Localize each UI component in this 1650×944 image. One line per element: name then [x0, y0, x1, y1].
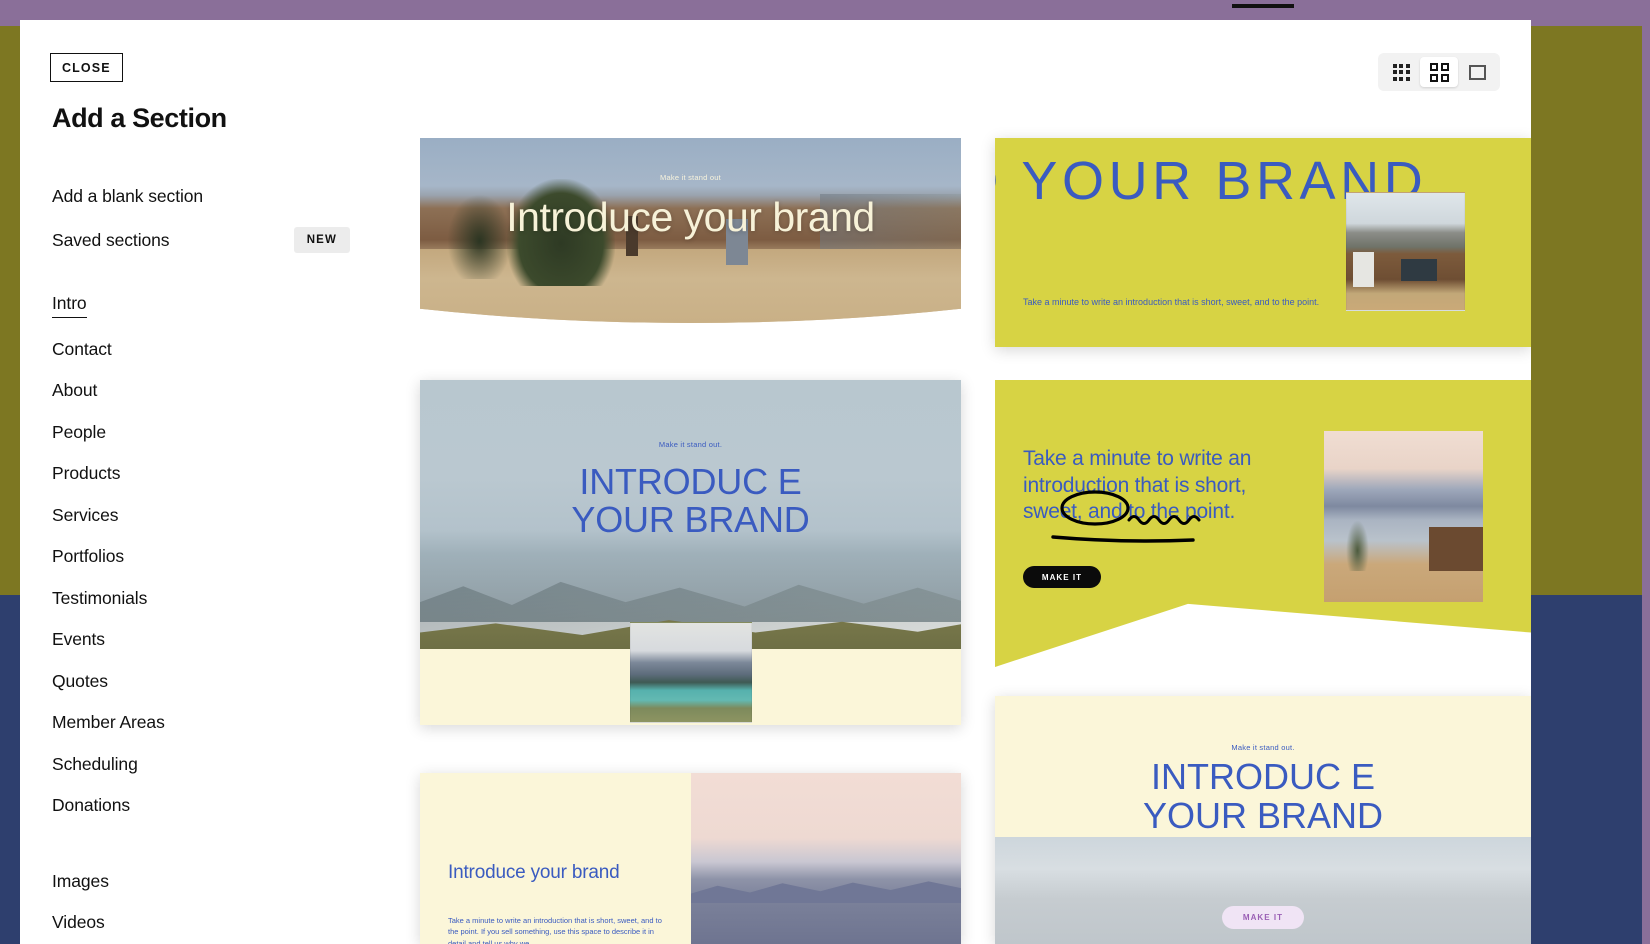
grid-small-icon[interactable]	[1382, 57, 1420, 87]
new-badge: NEW	[293, 227, 350, 253]
grid-small-glyph	[1392, 63, 1410, 81]
template-card[interactable]: Introduce your brand Take a minute to wr…	[420, 773, 961, 944]
card-kicker: Make it stand out.	[658, 440, 723, 450]
sidebar-item-events[interactable]: Events	[52, 629, 105, 650]
template-card[interactable]: Make it stand out. INTRODUC E YOUR BRAND…	[995, 696, 1531, 944]
sidebar-item-donations[interactable]: Donations	[52, 795, 130, 816]
sidebar-item-products[interactable]: Products	[52, 463, 120, 484]
single-column-glyph	[1468, 64, 1486, 80]
wall-shape	[1352, 251, 1374, 287]
card-heading: INTRODUC E YOUR BRAND	[1142, 756, 1384, 836]
browser-tab-marker	[1232, 4, 1294, 8]
sidebar-item-contact[interactable]: Contact	[52, 339, 112, 360]
card-heading: INTRODUC E YOUR BRAND	[571, 460, 810, 540]
add-blank-section-row[interactable]: Add a blank section	[52, 186, 382, 207]
sidebar-item-portfolios[interactable]: Portfolios	[52, 546, 124, 567]
sidebar-item-images[interactable]: Images	[52, 871, 109, 892]
view-toggle-group	[1378, 53, 1500, 91]
cabin-shape	[1428, 526, 1483, 572]
grid-large-glyph	[1429, 62, 1449, 82]
sidebar-item-people[interactable]: People	[52, 422, 106, 443]
card-heading: Introduce your brand	[506, 193, 875, 240]
saved-sections-row[interactable]: Saved sections NEW	[52, 227, 382, 253]
sidebar-item-testimonials[interactable]: Testimonials	[52, 588, 147, 609]
make-it-button[interactable]: MAKE IT	[1023, 566, 1101, 588]
cabin-mountain-photo	[1346, 192, 1465, 311]
template-card[interactable]: AND YOUR BRAND Take a minute to write an…	[995, 138, 1531, 347]
card-kicker: Make it stand out	[660, 173, 721, 183]
lake-photo	[629, 621, 752, 723]
single-column-icon[interactable]	[1458, 57, 1496, 87]
sidebar-item-member-areas[interactable]: Member Areas	[52, 712, 165, 733]
card-heading: Introduce your brand	[448, 862, 620, 883]
door-shape	[1400, 258, 1437, 281]
page-title: Add a Section	[52, 103, 227, 133]
grid-large-icon[interactable]	[1420, 57, 1458, 87]
template-card[interactable]: Take a minute to write an introduction t…	[995, 380, 1531, 667]
backdrop-purple-right-edge	[1642, 0, 1650, 944]
saved-sections-link[interactable]: Saved sections	[52, 230, 170, 251]
card-kicker: Make it stand out.	[1231, 743, 1295, 753]
template-card[interactable]: Make it stand out Introduce your brand	[420, 138, 961, 323]
sidebar-item-videos[interactable]: Videos	[52, 912, 105, 933]
close-button[interactable]: CLOSE	[50, 53, 123, 82]
lake-cabin-photo	[1324, 431, 1483, 602]
template-grid: Make it stand out Introduce your brand A…	[398, 118, 1531, 944]
card-heading: Take a minute to write an introduction t…	[1023, 447, 1252, 524]
sidebar-item-intro[interactable]: Intro	[52, 293, 87, 318]
sidebar-item-quotes[interactable]: Quotes	[52, 671, 108, 692]
sidebar-item-about[interactable]: About	[52, 380, 97, 401]
category-list: Intro Contact About People Products Serv…	[52, 293, 382, 944]
add-blank-section-link[interactable]: Add a blank section	[52, 186, 203, 207]
tree-shape	[1346, 519, 1369, 572]
add-section-modal: CLOSE Add a Section Add a blank section …	[20, 20, 1531, 944]
card-body: Take a minute to write an introduction t…	[1023, 297, 1320, 307]
sidebar-item-services[interactable]: Services	[52, 505, 118, 526]
cabin-photo: Make it stand out Introduce your brand	[420, 138, 961, 323]
ridge-photo	[690, 773, 961, 944]
sidebar: Add a Section Add a blank section Saved …	[52, 103, 382, 944]
make-it-button[interactable]: MAKE IT	[1222, 905, 1304, 929]
card-body: Take a minute to write an introduction t…	[448, 916, 662, 944]
sidebar-item-scheduling[interactable]: Scheduling	[52, 754, 138, 775]
template-card[interactable]: Make it stand out. INTRODUC E YOUR BRAND	[420, 380, 961, 725]
